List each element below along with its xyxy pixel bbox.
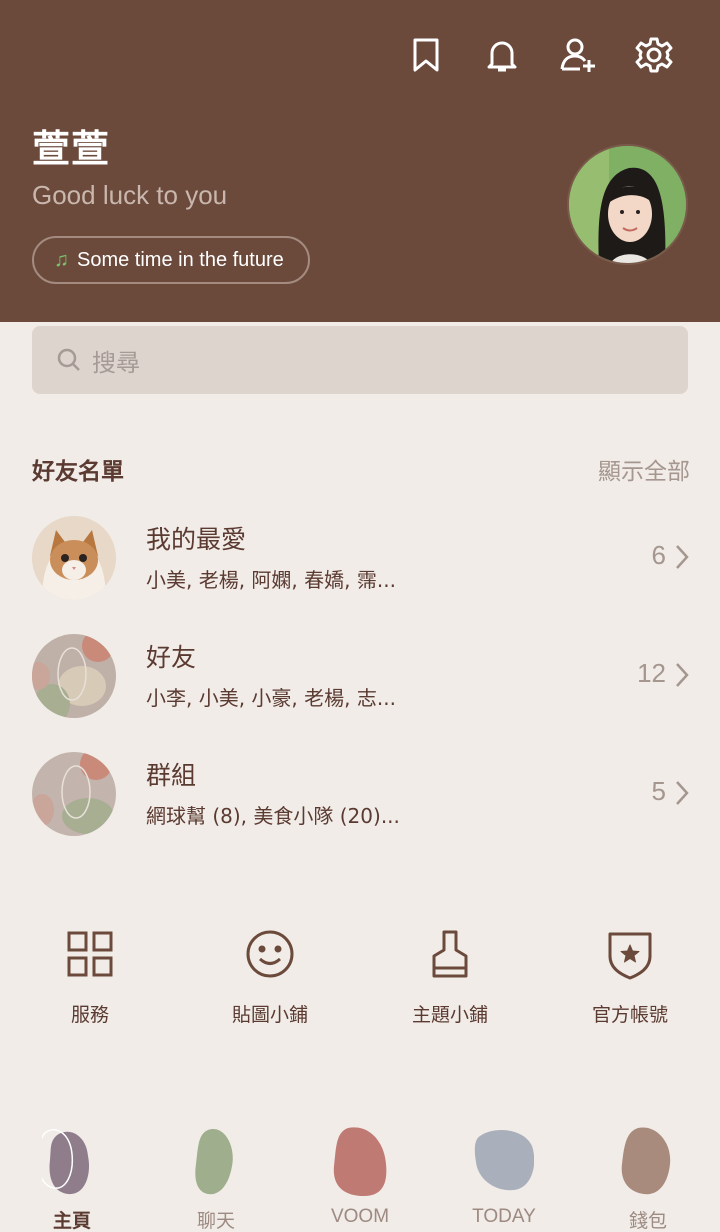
- profile-music-button[interactable]: ♫ Some time in the future: [32, 236, 310, 284]
- official-accounts-button[interactable]: 官方帳號: [540, 926, 720, 1027]
- voom-icon: [333, 1127, 387, 1196]
- search-bar[interactable]: 搜尋: [32, 326, 688, 394]
- profile-header: 萱萱 Good luck to you ♫ Some time in the f…: [0, 0, 720, 322]
- quick-label: 主題小鋪: [411, 1004, 488, 1026]
- nav-label: 聊天: [196, 1211, 235, 1232]
- add-friend-icon: [560, 38, 595, 72]
- status-message[interactable]: Good luck to you: [32, 180, 227, 211]
- add-friend-button[interactable]: [540, 30, 616, 80]
- bookmark-icon: [413, 38, 439, 72]
- bookmark-button[interactable]: [388, 30, 464, 80]
- theme-shop-button[interactable]: 主題小鋪: [360, 926, 540, 1027]
- friend-group-friends[interactable]: 好友 小李, 小美, 小豪, 老楊, 志... 12: [0, 634, 720, 734]
- smiley-icon: [246, 930, 294, 978]
- quick-label: 服務: [70, 1004, 109, 1026]
- row-title: 群組: [146, 761, 197, 790]
- row-count: 12: [637, 658, 666, 688]
- grid-icon: [67, 931, 113, 977]
- nav-label: 主頁: [52, 1211, 91, 1232]
- nav-home[interactable]: 主頁: [0, 1126, 144, 1232]
- groups-thumbnail: [32, 752, 116, 836]
- row-title: 好友: [146, 643, 197, 672]
- shield-star-icon: [608, 932, 652, 980]
- favorites-thumbnail: [32, 516, 116, 600]
- nav-voom[interactable]: VOOM: [288, 1126, 432, 1228]
- nav-label: VOOM: [330, 1206, 390, 1227]
- chat-icon: [195, 1128, 233, 1195]
- row-title: 我的最愛: [146, 525, 247, 554]
- nav-label: TODAY: [472, 1206, 536, 1227]
- nav-chat[interactable]: 聊天: [144, 1126, 288, 1232]
- home-icon: [36, 1129, 90, 1195]
- row-members: 網球幫 (8), 美食小隊 (20)...: [146, 804, 400, 828]
- chevron-right-icon: [676, 663, 689, 687]
- music-title: Some time in the future: [77, 248, 284, 271]
- row-members: 小美, 老楊, 阿嫻, 春嬌, 霈...: [146, 568, 396, 592]
- row-count: 6: [651, 540, 666, 570]
- today-icon: [474, 1130, 535, 1191]
- show-all-link[interactable]: 顯示全部: [598, 452, 690, 486]
- settings-button[interactable]: [616, 30, 692, 80]
- music-note-icon: ♫: [54, 248, 69, 271]
- search-placeholder: 搜尋: [92, 348, 140, 377]
- friends-section-title: 好友名單: [32, 459, 124, 485]
- nav-label: 錢包: [628, 1211, 667, 1232]
- avatar-portrait: [569, 146, 686, 263]
- row-members: 小李, 小美, 小豪, 老楊, 志...: [146, 686, 396, 710]
- friend-group-groups[interactable]: 群組 網球幫 (8), 美食小隊 (20)... 5: [0, 752, 720, 852]
- quick-label: 官方帳號: [591, 1004, 668, 1026]
- chevron-right-icon: [676, 781, 689, 805]
- header-toolbar: [388, 30, 692, 80]
- sticker-shop-button[interactable]: 貼圖小鋪: [180, 926, 360, 1027]
- avatar[interactable]: [567, 144, 688, 265]
- friends-thumbnail: [32, 634, 116, 718]
- friend-group-favorites[interactable]: 我的最愛 小美, 老楊, 阿嫻, 春嬌, 霈... 6: [0, 516, 720, 616]
- bell-icon: [487, 41, 517, 72]
- nav-today[interactable]: TODAY: [432, 1126, 576, 1228]
- search-icon: [57, 348, 80, 371]
- brush-icon: [432, 930, 468, 978]
- wallet-icon: [621, 1127, 671, 1195]
- services-button[interactable]: 服務: [0, 926, 180, 1027]
- profile-name[interactable]: 萱萱: [32, 118, 110, 173]
- notifications-button[interactable]: [464, 30, 540, 80]
- nav-wallet[interactable]: 錢包: [576, 1126, 720, 1232]
- settings-icon: [635, 37, 673, 73]
- chevron-right-icon: [676, 545, 689, 569]
- row-count: 5: [651, 776, 666, 806]
- quick-label: 貼圖小鋪: [231, 1004, 308, 1026]
